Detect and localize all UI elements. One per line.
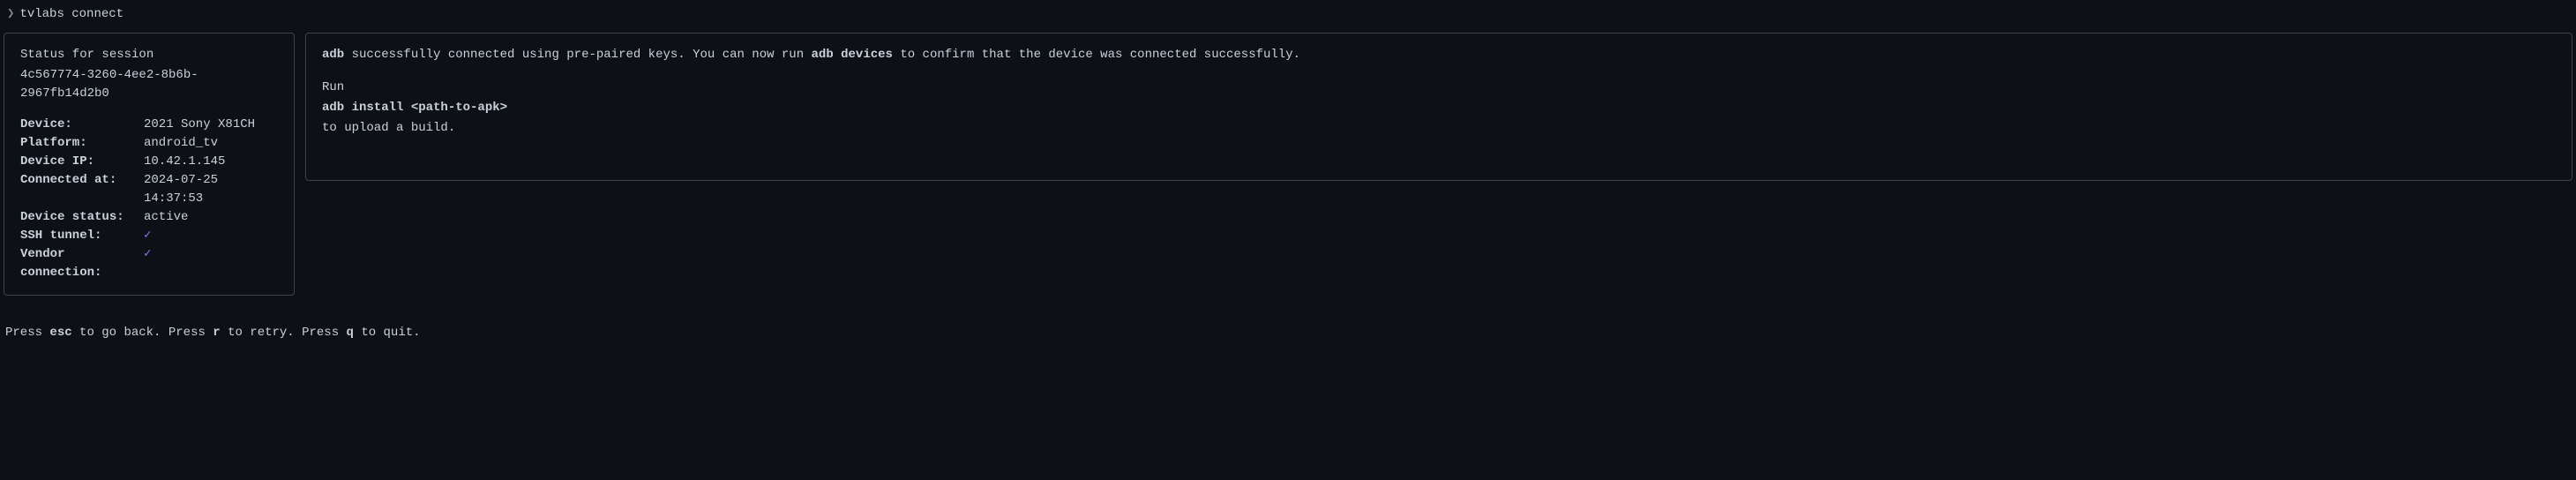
footer-text-3: to retry. Press <box>221 326 347 340</box>
r-key: r <box>213 326 220 340</box>
footer-text-4: to quit. <box>354 326 421 340</box>
message-line-3: adb install <path-to-apk> <box>322 99 2556 117</box>
status-row: Platform:android_tv <box>20 134 278 153</box>
footer-text-1: Press <box>5 326 49 340</box>
footer-hints: Press esc to go back. Press r to retry. … <box>4 324 2572 342</box>
footer-text-2: to go back. Press <box>72 326 213 340</box>
prompt-symbol: ❯ <box>7 7 14 21</box>
esc-key: esc <box>49 326 71 340</box>
session-id: 4c567774-3260-4ee2-8b6b-2967fb14d2b0 <box>20 66 278 103</box>
msg-text-2: to confirm that the device was connected… <box>893 48 1300 62</box>
status-value: 2024-07-25 14:37:53 <box>144 171 278 208</box>
status-panel: Status for session 4c567774-3260-4ee2-8b… <box>4 33 295 296</box>
status-row: Vendor connection:✓ <box>20 245 278 282</box>
status-row: Connected at:2024-07-25 14:37:53 <box>20 171 278 208</box>
status-row: Device status:active <box>20 208 278 227</box>
status-value: android_tv <box>144 134 218 153</box>
adb-bold-1: adb <box>322 48 344 62</box>
status-title: Status for session <box>20 46 278 64</box>
q-key: q <box>347 326 354 340</box>
message-line-1: adb successfully connected using pre-pai… <box>322 46 2556 64</box>
status-label: Device IP: <box>20 153 144 171</box>
status-row: SSH tunnel:✓ <box>20 227 278 245</box>
status-row: Device IP:10.42.1.145 <box>20 153 278 171</box>
message-line-2: Run <box>322 79 2556 97</box>
command-prompt: ❯ tvlabs connect <box>4 5 2572 24</box>
status-label: Device status: <box>20 208 144 227</box>
message-line-4: to upload a build. <box>322 119 2556 138</box>
status-label: SSH tunnel: <box>20 227 144 245</box>
status-label: Platform: <box>20 134 144 153</box>
panels-container: Status for session 4c567774-3260-4ee2-8b… <box>4 33 2572 296</box>
msg-text-1: successfully connected using pre-paired … <box>344 48 811 62</box>
status-label: Vendor connection: <box>20 245 144 282</box>
status-label: Connected at: <box>20 171 144 208</box>
status-label: Device: <box>20 116 144 134</box>
status-value: 10.42.1.145 <box>144 153 225 171</box>
message-panel: adb successfully connected using pre-pai… <box>305 33 2572 181</box>
command-text: tvlabs connect <box>19 7 124 21</box>
adb-devices-bold: adb devices <box>812 48 893 62</box>
status-value: active <box>144 208 188 227</box>
status-value: 2021 Sony X81CH <box>144 116 255 134</box>
check-icon: ✓ <box>144 227 151 245</box>
check-icon: ✓ <box>144 245 151 282</box>
status-row: Device:2021 Sony X81CH <box>20 116 278 134</box>
